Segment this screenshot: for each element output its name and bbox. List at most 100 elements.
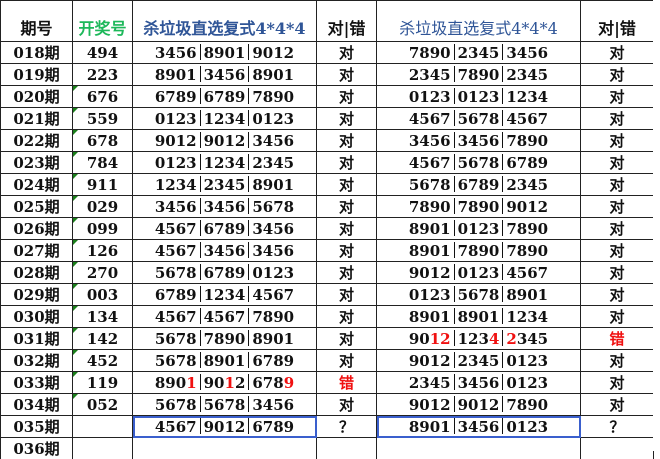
result2-cell[interactable]: 对 <box>581 372 654 394</box>
kill1-cell[interactable]: 456745677890 <box>133 306 317 328</box>
draw-number-cell[interactable]: 784 <box>73 152 133 174</box>
kill2-cell[interactable]: 456756786789 <box>377 152 581 174</box>
kill1-cell[interactable]: 456790126789 <box>133 416 317 438</box>
kill1-cell[interactable]: 567856783456 <box>133 394 317 416</box>
kill1-cell[interactable]: 123423458901 <box>133 174 317 196</box>
kill1-cell[interactable]: 890190126789 <box>133 372 317 394</box>
draw-number-cell[interactable]: 142 <box>73 328 133 350</box>
kill1-cell[interactable]: 345634565678 <box>133 196 317 218</box>
draw-number-cell[interactable]: 003 <box>73 284 133 306</box>
draw-number-cell[interactable]: 134 <box>73 306 133 328</box>
kill2-cell[interactable]: 901201234567 <box>377 262 581 284</box>
period-cell[interactable]: 032期 <box>1 350 73 372</box>
result1-cell[interactable]: 错 <box>317 372 377 394</box>
kill1-cell[interactable]: 345689019012 <box>133 42 317 64</box>
result2-cell[interactable]: 对 <box>581 306 654 328</box>
result1-cell[interactable]: 对 <box>317 350 377 372</box>
result2-cell[interactable]: 对 <box>581 64 654 86</box>
header-result1[interactable]: 对|错 <box>317 1 377 42</box>
kill2-cell[interactable]: 345634567890 <box>377 130 581 152</box>
kill2-cell[interactable]: 456756784567 <box>377 108 581 130</box>
kill2-cell[interactable]: 901290127890 <box>377 394 581 416</box>
header-kill1[interactable]: 杀垃圾直选复式4*4*4 <box>133 1 317 42</box>
kill1-cell[interactable]: 456734563456 <box>133 240 317 262</box>
result1-cell[interactable]: 对 <box>317 86 377 108</box>
draw-number-cell[interactable] <box>73 438 133 459</box>
draw-number-cell[interactable]: 029 <box>73 196 133 218</box>
kill2-cell[interactable]: 234578902345 <box>377 64 581 86</box>
result2-cell[interactable]: ？ <box>581 416 654 438</box>
kill2-cell[interactable]: 890178907890 <box>377 240 581 262</box>
period-cell[interactable]: 036期 <box>1 438 73 459</box>
period-cell[interactable]: 035期 <box>1 416 73 438</box>
kill1-cell[interactable]: 567878908901 <box>133 328 317 350</box>
period-cell[interactable]: 034期 <box>1 394 73 416</box>
header-draw[interactable]: 开奖号 <box>73 1 133 42</box>
header-kill2[interactable]: 杀垃圾直选复式4*4*4 <box>377 1 581 42</box>
result2-cell[interactable] <box>581 438 654 459</box>
period-cell[interactable]: 023期 <box>1 152 73 174</box>
period-cell[interactable]: 033期 <box>1 372 73 394</box>
result1-cell[interactable]: 对 <box>317 64 377 86</box>
result1-cell[interactable]: ？ <box>317 416 377 438</box>
period-cell[interactable]: 027期 <box>1 240 73 262</box>
kill1-cell[interactable]: 567867890123 <box>133 262 317 284</box>
kill2-cell[interactable]: 012301231234 <box>377 86 581 108</box>
period-cell[interactable]: 018期 <box>1 42 73 64</box>
result2-cell[interactable]: 对 <box>581 152 654 174</box>
result2-cell[interactable]: 对 <box>581 394 654 416</box>
kill2-cell[interactable]: 234534560123 <box>377 372 581 394</box>
result1-cell[interactable]: 对 <box>317 262 377 284</box>
kill1-cell[interactable]: 012312342345 <box>133 152 317 174</box>
period-cell[interactable]: 025期 <box>1 196 73 218</box>
kill2-cell[interactable] <box>377 438 581 459</box>
kill1-cell[interactable]: 678912344567 <box>133 284 317 306</box>
draw-number-cell[interactable]: 119 <box>73 372 133 394</box>
draw-number-cell[interactable] <box>73 416 133 438</box>
kill2-cell[interactable]: 901223450123 <box>377 350 581 372</box>
draw-number-cell[interactable]: 494 <box>73 42 133 64</box>
period-cell[interactable]: 021期 <box>1 108 73 130</box>
kill2-cell[interactable]: 901212342345 <box>377 328 581 350</box>
kill1-cell[interactable]: 890134568901 <box>133 64 317 86</box>
period-cell[interactable]: 031期 <box>1 328 73 350</box>
draw-number-cell[interactable]: 678 <box>73 130 133 152</box>
kill2-cell[interactable]: 567867892345 <box>377 174 581 196</box>
draw-number-cell[interactable]: 099 <box>73 218 133 240</box>
result1-cell[interactable]: 对 <box>317 130 377 152</box>
result2-cell[interactable]: 对 <box>581 218 654 240</box>
result2-cell[interactable]: 对 <box>581 130 654 152</box>
period-cell[interactable]: 028期 <box>1 262 73 284</box>
result2-cell[interactable]: 错 <box>581 328 654 350</box>
kill1-cell[interactable]: 456767893456 <box>133 218 317 240</box>
result2-cell[interactable]: 对 <box>581 86 654 108</box>
result1-cell[interactable]: 对 <box>317 108 377 130</box>
result1-cell[interactable]: 对 <box>317 174 377 196</box>
kill1-cell[interactable]: 678967897890 <box>133 86 317 108</box>
result1-cell[interactable]: 对 <box>317 240 377 262</box>
result1-cell[interactable] <box>317 438 377 459</box>
period-cell[interactable]: 029期 <box>1 284 73 306</box>
kill1-cell[interactable]: 901290123456 <box>133 130 317 152</box>
period-cell[interactable]: 019期 <box>1 64 73 86</box>
period-cell[interactable]: 030期 <box>1 306 73 328</box>
result1-cell[interactable]: 对 <box>317 196 377 218</box>
draw-number-cell[interactable]: 452 <box>73 350 133 372</box>
kill2-cell[interactable]: 789023453456 <box>377 42 581 64</box>
result2-cell[interactable]: 对 <box>581 108 654 130</box>
result2-cell[interactable]: 对 <box>581 262 654 284</box>
result2-cell[interactable]: 对 <box>581 350 654 372</box>
result2-cell[interactable]: 对 <box>581 284 654 306</box>
kill2-cell[interactable]: 890134560123 <box>377 416 581 438</box>
kill2-cell[interactable]: 890101237890 <box>377 218 581 240</box>
result2-cell[interactable]: 对 <box>581 240 654 262</box>
draw-number-cell[interactable]: 559 <box>73 108 133 130</box>
result2-cell[interactable]: 对 <box>581 174 654 196</box>
result2-cell[interactable]: 对 <box>581 196 654 218</box>
kill1-cell[interactable]: 567889016789 <box>133 350 317 372</box>
draw-number-cell[interactable]: 270 <box>73 262 133 284</box>
kill2-cell[interactable]: 012356788901 <box>377 284 581 306</box>
draw-number-cell[interactable]: 223 <box>73 64 133 86</box>
draw-number-cell[interactable]: 126 <box>73 240 133 262</box>
draw-number-cell[interactable]: 676 <box>73 86 133 108</box>
